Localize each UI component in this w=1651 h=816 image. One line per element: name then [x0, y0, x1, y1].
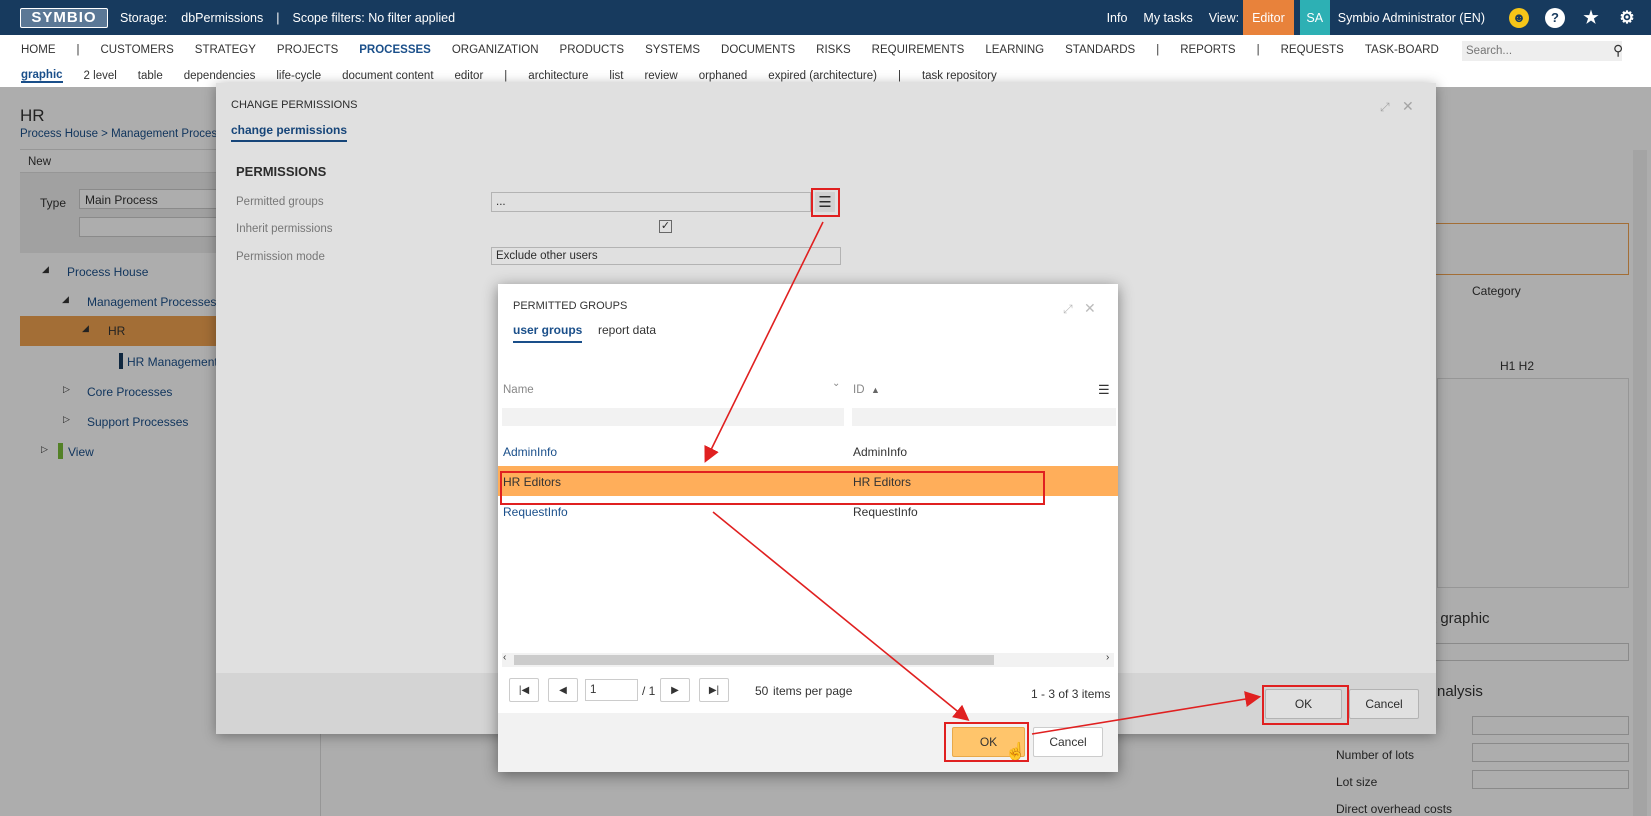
arrow	[712, 511, 970, 722]
arrow	[704, 221, 824, 463]
arrow	[1031, 691, 1262, 735]
annotation-arrows	[704, 221, 1262, 735]
